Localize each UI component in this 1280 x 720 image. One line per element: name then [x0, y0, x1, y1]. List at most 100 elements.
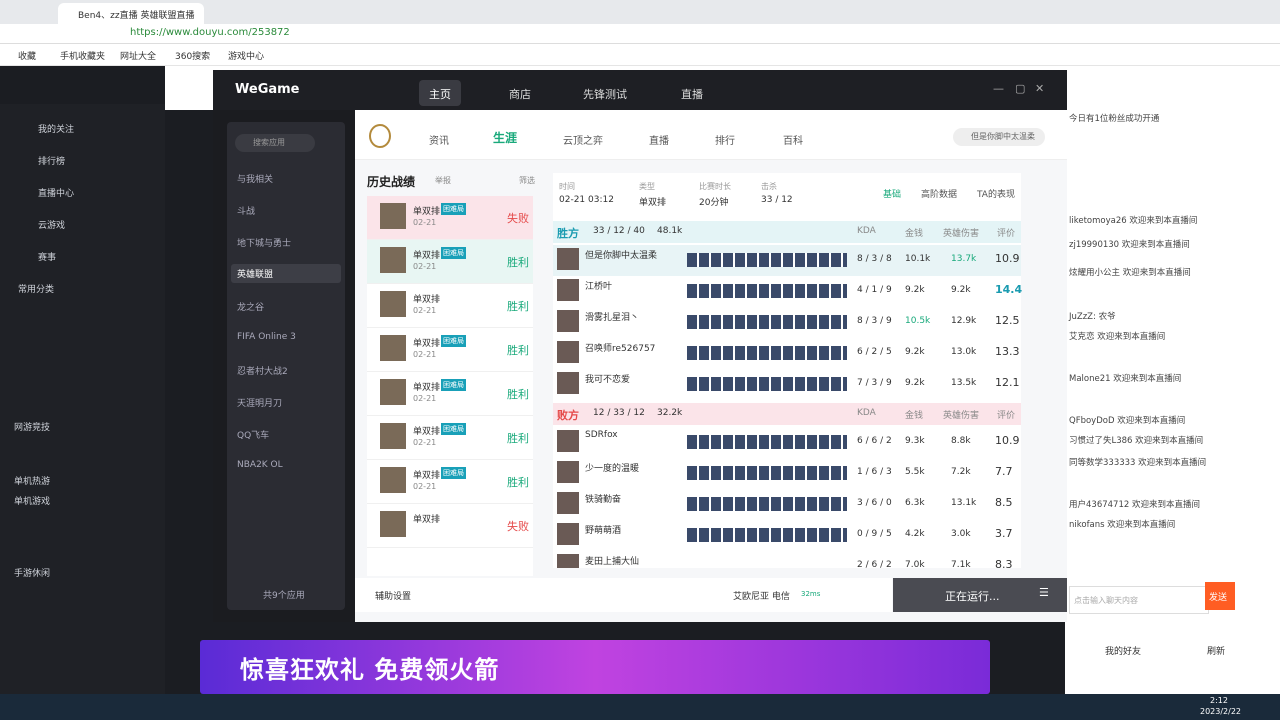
friends-label[interactable]: 我的好友 — [1105, 644, 1141, 657]
sidebar-item-app[interactable]: 龙之谷 — [237, 300, 264, 313]
player-row[interactable]: 铁骑勤奋 3 / 6 / 0 6.3k 13.1k 8.5 — [553, 489, 1021, 520]
history-row[interactable]: 单双排 困难局 02-21 胜利 — [367, 240, 533, 284]
player-name: 我可不恋爱 — [585, 375, 631, 385]
item-icons — [687, 528, 847, 542]
bookmark-item[interactable]: 游戏中心 — [228, 49, 264, 62]
sidebar-item-app[interactable]: 天涯明月刀 — [237, 396, 282, 409]
nav-rank[interactable]: 排行 — [715, 132, 735, 147]
tab-basic[interactable]: 基础 — [883, 187, 901, 200]
history-row[interactable]: 单双排 困难局 02-21 失败 — [367, 196, 533, 240]
player-search-input[interactable]: 但是你脚中太温柔 — [953, 128, 1045, 146]
bookmark-item[interactable]: 网址大全 — [120, 49, 156, 62]
player-kda: 2 / 6 / 2 — [857, 560, 892, 568]
douyu-sidebar-item[interactable]: 手游休闲 — [14, 566, 50, 579]
menu-icon[interactable]: ☰ — [1039, 586, 1049, 599]
player-row[interactable]: SDRfox 6 / 6 / 2 9.3k 8.8k 10.9 — [553, 427, 1021, 458]
nav-wiki[interactable]: 百科 — [783, 132, 803, 147]
player-row[interactable]: 但是你脚中太温柔 8 / 3 / 8 10.1k 13.7k 10.9 — [553, 245, 1021, 276]
match-date: 02-21 — [413, 350, 437, 359]
bookmark-item[interactable]: 手机收藏夹 — [60, 49, 105, 62]
match-result: 胜利 — [507, 256, 529, 269]
sidebar-item-app[interactable]: 忍者村大战2 — [237, 364, 288, 377]
sidebar-item-app[interactable]: NBA2K OL — [237, 460, 283, 470]
lol-main-panel: 资讯 生涯 云顶之弈 直播 排行 百科 但是你脚中太温柔 历史战绩 举报 筛选 … — [355, 110, 1067, 622]
nav-live[interactable]: 直播 — [649, 132, 669, 147]
douyu-sidebar-item[interactable]: 单机热游 — [14, 474, 50, 487]
refresh-button[interactable]: 刷新 — [1207, 644, 1225, 657]
filter-button[interactable]: 筛选 — [519, 175, 535, 186]
player-gold: 5.5k — [905, 467, 925, 477]
tab-store[interactable]: 商店 — [499, 80, 541, 106]
tab-home[interactable]: 主页 — [419, 80, 461, 106]
player-row[interactable]: 野萌萌酒 0 / 9 / 5 4.2k 3.0k 3.7 — [553, 520, 1021, 551]
douyu-sidebar-item[interactable]: 网游竞技 — [14, 420, 50, 433]
team-gold: 32.2k — [657, 408, 683, 418]
close-icon[interactable]: ✕ — [1035, 82, 1044, 95]
history-row[interactable]: 单双排 02-21 胜利 — [367, 284, 533, 328]
sidebar-item-lol[interactable]: 英雄联盟 — [231, 264, 341, 283]
bookmark-item[interactable]: 收藏 — [18, 49, 36, 62]
player-score: 14.4 — [995, 283, 1023, 296]
clock-time: 2:12 — [1210, 696, 1228, 705]
player-damage: 12.9k — [951, 316, 977, 326]
douyu-sidebar-item[interactable]: 云游戏 — [38, 218, 65, 231]
player-row[interactable]: 江桥叶 4 / 1 / 9 9.2k 9.2k 14.4 — [553, 276, 1023, 307]
history-row[interactable]: 单双排失败 — [367, 504, 533, 548]
douyu-sidebar-item[interactable]: 直播中心 — [38, 186, 74, 199]
app-search-input[interactable]: 搜索应用 — [235, 134, 315, 152]
champion-avatar — [380, 247, 406, 273]
browser-tab[interactable]: Ben4、zz直播 英雄联盟直播 — [58, 3, 204, 24]
player-gold: 10.1k — [905, 254, 931, 264]
player-name: 野萌萌酒 — [585, 526, 622, 536]
sidebar-item-app[interactable]: 斗战 — [237, 204, 255, 217]
player-row[interactable]: 滑雾扎星泪丶 8 / 3 / 9 10.5k 12.9k 12.5 — [553, 307, 1021, 338]
douyu-sidebar-item[interactable]: 我的关注 — [38, 122, 74, 135]
difficulty-tag: 困难局 — [441, 423, 466, 435]
sidebar-item-app[interactable]: QQ飞车 — [237, 428, 269, 441]
douyu-sidebar-item[interactable]: 单机游戏 — [14, 494, 50, 507]
assist-settings-button[interactable]: 辅助设置 — [375, 589, 411, 602]
address-bar[interactable]: https://www.douyu.com/253872 — [0, 24, 1280, 44]
douyu-sidebar-item[interactable]: 排行榜 — [38, 154, 65, 167]
match-result: 失败 — [507, 520, 529, 533]
douyu-sidebar-item[interactable]: 赛事 — [38, 250, 56, 263]
player-name: 江桥叶 — [585, 282, 613, 292]
bookmark-item[interactable]: 360搜索 — [175, 49, 210, 62]
running-status-button[interactable]: 正在运行... ☰ — [893, 578, 1067, 612]
history-row[interactable]: 单双排 困难局 02-21 胜利 — [367, 460, 533, 504]
sidebar-item-app[interactable]: 地下城与勇士 — [237, 236, 291, 249]
history-row[interactable]: 单双排 困难局 02-21 胜利 — [367, 416, 533, 460]
maximize-icon[interactable]: ▢ — [1015, 82, 1025, 95]
player-row[interactable]: 我可不恋爱 7 / 3 / 9 9.2k 13.5k 12.1 — [553, 369, 1021, 400]
nav-news[interactable]: 资讯 — [429, 132, 449, 147]
report-link[interactable]: 举报 — [435, 175, 451, 186]
player-kda: 3 / 6 / 0 — [857, 498, 892, 508]
player-row[interactable]: 召唤师re526757 6 / 2 / 5 9.2k 13.0k 13.3 — [553, 338, 1021, 369]
tab-live[interactable]: 直播 — [671, 80, 713, 106]
tab-performance[interactable]: TA的表现 — [977, 187, 1015, 200]
champion-avatar — [557, 523, 579, 545]
send-button[interactable]: 发送 — [1205, 582, 1235, 610]
wegame-window: WeGame 主页 商店 先锋测试 直播 — ▢ ✕ 搜索应用 与我相关 斗战 … — [213, 70, 1067, 622]
match-mode: 单双排 — [413, 515, 441, 525]
url-text[interactable]: https://www.douyu.com/253872 — [130, 27, 290, 38]
tab-advanced[interactable]: 高阶数据 — [921, 187, 957, 200]
tab-pioneer[interactable]: 先锋测试 — [573, 80, 637, 106]
douyu-sidebar-item[interactable]: 常用分类 — [18, 282, 54, 295]
sidebar-footer: 共9个应用 — [263, 591, 305, 601]
history-row[interactable]: 单双排 困难局 02-21 胜利 — [367, 372, 533, 416]
match-result: 胜利 — [507, 344, 529, 357]
nav-career[interactable]: 生涯 — [493, 129, 517, 146]
sidebar-item-app[interactable]: FIFA Online 3 — [237, 332, 296, 342]
player-row[interactable]: 麦田上捕大仙 2 / 6 / 2 7.0k 7.1k 8.3 — [553, 551, 1021, 568]
player-row[interactable]: 少一度的温暖 1 / 6 / 3 5.5k 7.2k 7.7 — [553, 458, 1021, 489]
team-kda: 33 / 12 / 40 — [593, 226, 645, 236]
taskbar: 2:12 2023/2/22 — [0, 694, 1280, 720]
player-gold: 9.3k — [905, 436, 925, 446]
history-row[interactable]: 单双排 困难局 02-21 胜利 — [367, 328, 533, 372]
minimize-icon[interactable]: — — [993, 82, 1004, 95]
sidebar-item-related[interactable]: 与我相关 — [237, 172, 273, 185]
promo-banner[interactable]: 惊喜狂欢礼 免费领火箭 — [200, 640, 990, 694]
nav-tft[interactable]: 云顶之弈 — [563, 132, 603, 147]
chat-input[interactable]: 点击输入聊天内容 — [1069, 586, 1209, 614]
